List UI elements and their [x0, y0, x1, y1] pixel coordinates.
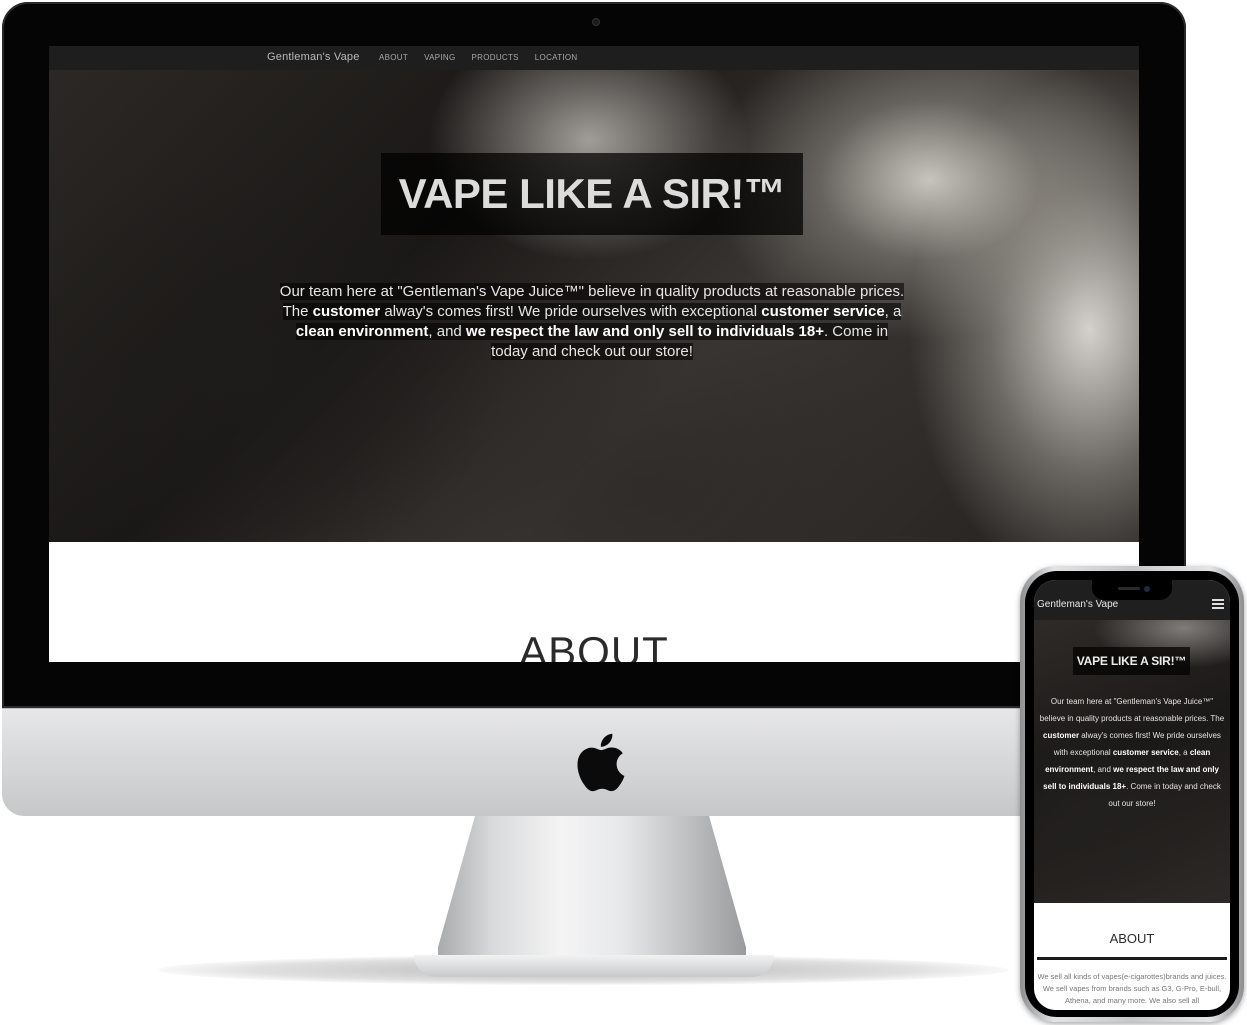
- hero-text-bold: customer service: [1112, 748, 1179, 757]
- speaker-icon: [1118, 587, 1140, 590]
- camera-icon: [1144, 586, 1150, 592]
- nav-about[interactable]: ABOUT: [379, 53, 408, 62]
- hero-text-bold: customer: [1043, 731, 1080, 740]
- hero-text-bold: clean environment: [295, 323, 429, 340]
- hamburger-menu-icon[interactable]: [1212, 599, 1224, 609]
- hero-text-part: Our team here at "Gentleman's Vape Juice…: [1039, 697, 1225, 723]
- imac-stand: [438, 816, 746, 976]
- hero-text-bold: customer: [312, 303, 381, 320]
- hero-paragraph: Our team here at "Gentleman's Vape Juice…: [277, 282, 907, 362]
- mobile-brand-link[interactable]: Gentleman's Vape: [1037, 599, 1118, 610]
- nav-products[interactable]: PRODUCTS: [472, 53, 519, 62]
- mobile-hero-section: VAPE LIKE A SIR!™ Our team here at "Gent…: [1034, 620, 1230, 903]
- phone-notch: [1092, 580, 1172, 600]
- mobile-hero-title-box: VAPE LIKE A SIR!™: [1073, 647, 1190, 675]
- mobile-hero-title: VAPE LIKE A SIR!™: [1076, 654, 1187, 668]
- imac-stand-base: [414, 955, 774, 977]
- brand-link[interactable]: Gentleman's Vape: [267, 51, 360, 63]
- apple-logo-icon: [577, 733, 625, 792]
- mobile-screen: Gentleman's Vape VAPE LIKE A SIR!™ Our t…: [1034, 580, 1230, 1010]
- mobile-hero-paragraph: Our team here at "Gentleman's Vape Juice…: [1038, 693, 1226, 812]
- nav-links: ABOUT VAPING PRODUCTS LOCATION: [379, 53, 578, 62]
- nav-vaping[interactable]: VAPING: [424, 53, 455, 62]
- hero-text-bold: we respect the law and only sell to indi…: [465, 323, 824, 340]
- mobile-about-text: We sell all kinds of vapes(e-cigarottes)…: [1037, 972, 1227, 1005]
- hero-text-part: , and: [428, 323, 466, 340]
- about-heading: ABOUT: [519, 628, 669, 662]
- hero-text-part: alway's comes first! We pride ourselves …: [380, 303, 762, 320]
- mobile-about-section: ABOUT We sell all kinds of vapes(e-cigar…: [1034, 903, 1230, 1010]
- desktop-screen: Gentleman's Vape ABOUT VAPING PRODUCTS L…: [49, 46, 1139, 662]
- hero-title: VAPE LIKE A SIR!™: [398, 170, 786, 217]
- hero-text-part: , and: [1093, 765, 1114, 774]
- about-divider: [1037, 957, 1227, 960]
- phone-frame: Gentleman's Vape VAPE LIKE A SIR!™ Our t…: [1020, 566, 1244, 1022]
- about-section: ABOUT: [49, 542, 1139, 662]
- hero-section: VAPE LIKE A SIR!™ Our team here at "Gent…: [49, 70, 1139, 542]
- imac-chin: [2, 708, 1186, 816]
- hero-text-part: , a: [884, 303, 902, 320]
- hero-text-part: , a: [1178, 748, 1190, 757]
- hero-title-box: VAPE LIKE A SIR!™: [381, 153, 803, 235]
- camera-icon: [592, 18, 600, 26]
- hero-text-part: . Come in today and check out our store!: [1108, 782, 1221, 808]
- navbar: Gentleman's Vape ABOUT VAPING PRODUCTS L…: [49, 46, 1139, 70]
- mobile-about-heading: ABOUT: [1109, 931, 1155, 946]
- hero-text-bold: customer service: [761, 303, 885, 320]
- nav-location[interactable]: LOCATION: [535, 53, 578, 62]
